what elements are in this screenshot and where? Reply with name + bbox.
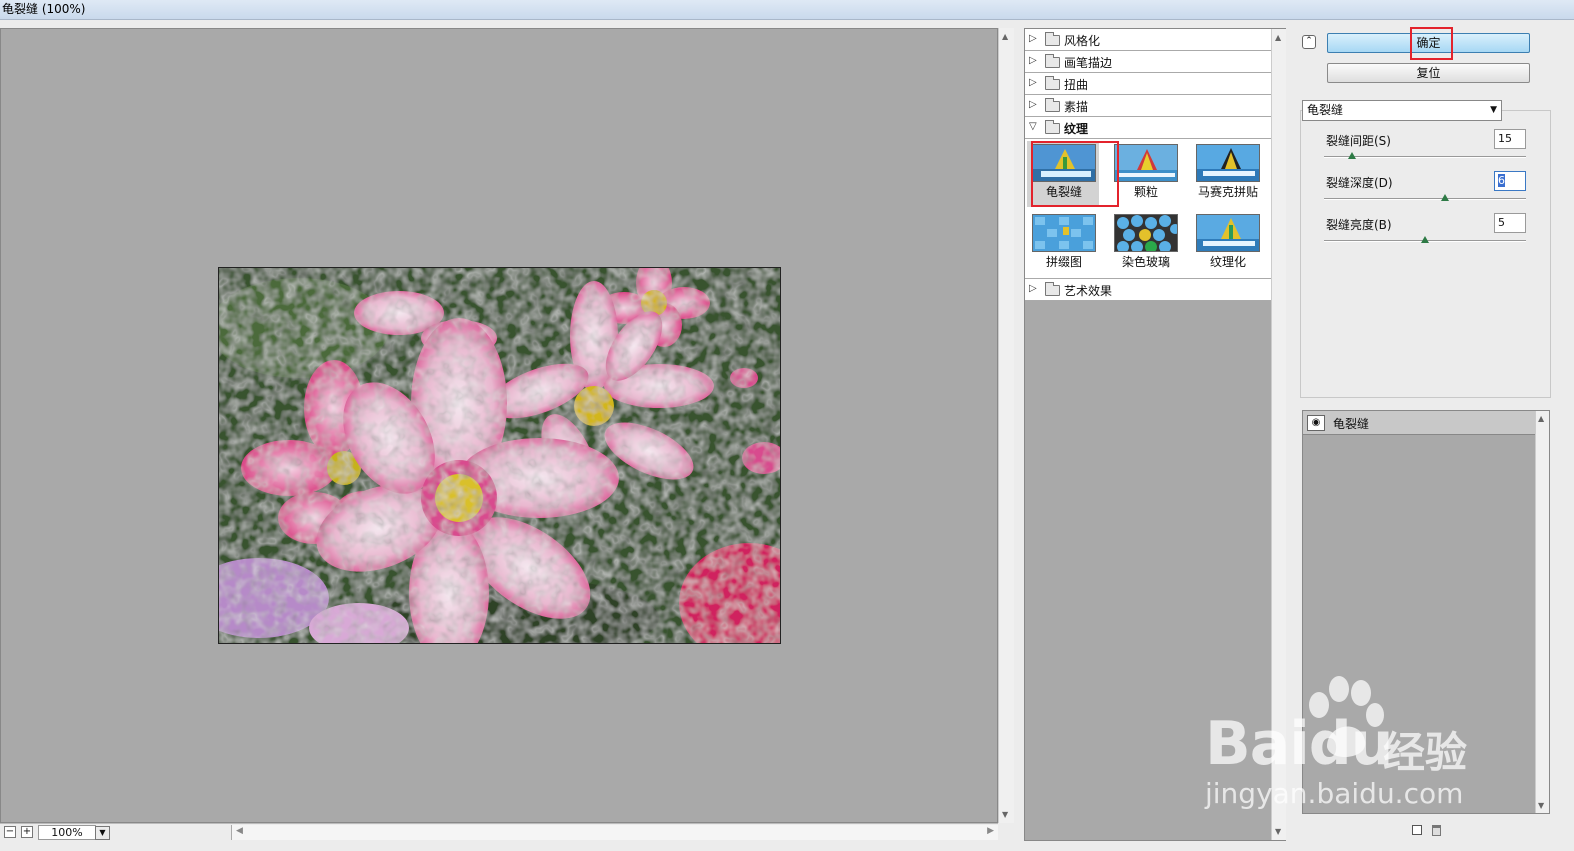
category-stylize[interactable]: ▷ 风格化 [1025,29,1271,51]
scroll-down-icon[interactable]: ▼ [1002,810,1008,819]
scroll-up-icon[interactable]: ▲ [1538,414,1544,423]
zoom-dropdown-icon[interactable]: ▼ [95,826,110,840]
thumb-mosaic-tiles[interactable]: 马赛克拼贴 [1191,141,1263,207]
expand-triangle-icon[interactable]: ▷ [1029,77,1037,88]
category-label: 艺术效果 [1064,284,1113,298]
crack-depth-label: 裂缝深度(D) [1326,176,1393,190]
thumb-stained-glass[interactable]: 染色玻璃 [1109,211,1181,277]
scroll-down-icon[interactable]: ▼ [1538,801,1544,810]
crack-spacing-input[interactable]: 15 [1494,129,1526,149]
crack-depth-value: 6 [1498,174,1505,187]
thumb-texturizer[interactable]: 纹理化 [1191,211,1263,277]
eye-visibility-icon[interactable]: ◉ [1307,415,1325,431]
preview-image[interactable] [218,267,781,644]
crack-brightness-value: 5 [1498,216,1505,229]
zoom-level-field[interactable]: 100% [38,825,96,840]
slider-knob[interactable] [1421,236,1429,243]
crack-brightness-slider[interactable] [1324,236,1526,243]
thumb-label: 染色玻璃 [1121,255,1170,269]
preview-canvas[interactable] [0,28,998,823]
category-distort[interactable]: ▷ 扭曲 [1025,73,1271,95]
folder-icon [1045,32,1060,46]
category-artistic[interactable]: ▷ 艺术效果 [1025,279,1271,301]
preview-horizontal-scrollbar[interactable]: ◀ ▶ [231,825,998,840]
settings-panel: ⌃ 确定 复位 龟裂缝 ▼ 裂缝间距(S) 15 裂缝深度(D) 6 裂缝亮度(… [1288,22,1574,851]
thumb-image [1114,144,1178,182]
thumb-image [1196,144,1260,182]
filter-gallery: ▷ 风格化 ▷ 画笔描边 ▷ 扭曲 ▷ 素描 ▽ 纹理 龟裂缝 颗粒 马赛克拼贴… [1024,28,1286,841]
selection-highlight [1031,141,1119,207]
crack-depth-input[interactable]: 6 [1494,171,1526,191]
ok-highlight [1410,27,1453,60]
crack-brightness-input[interactable]: 5 [1494,213,1526,233]
category-sketch[interactable]: ▷ 素描 [1025,95,1271,117]
window-title-bar: 龟裂缝 (100%) [0,0,1574,20]
filter-select-value: 龟裂缝 [1307,103,1344,117]
category-label: 画笔描边 [1064,56,1113,70]
slider-knob[interactable] [1441,194,1450,201]
zoom-out-button[interactable]: − [4,826,16,838]
thumb-label: 拼缀图 [1045,255,1082,269]
scroll-right-icon[interactable]: ▶ [987,826,994,836]
thumb-image [1114,214,1178,252]
category-label: 风格化 [1064,34,1101,48]
crack-spacing-label: 裂缝间距(S) [1326,134,1391,148]
chevron-down-icon: ▼ [1490,105,1497,115]
scroll-up-icon[interactable]: ▲ [1002,32,1008,41]
crack-brightness-label: 裂缝亮度(B) [1326,218,1392,232]
preview-vertical-scrollbar[interactable]: ▲ ▼ [998,28,1014,823]
thumb-label: 马赛克拼贴 [1197,185,1258,199]
expand-triangle-icon[interactable]: ▷ [1029,283,1037,294]
folder-icon [1045,76,1060,90]
texture-thumbnails: 龟裂缝 颗粒 马赛克拼贴 拼缀图 染色玻璃 纹理化 [1025,139,1271,279]
folder-icon [1045,54,1060,68]
thumb-grain[interactable]: 颗粒 [1109,141,1181,207]
expand-triangle-icon[interactable]: ▷ [1029,99,1037,110]
thumb-image [1196,214,1260,252]
thumb-image [1032,214,1096,252]
expand-triangle-icon[interactable]: ▷ [1029,33,1037,44]
slider-knob[interactable] [1348,152,1357,159]
collapse-triangle-icon[interactable]: ▽ [1029,121,1037,132]
effect-layer-label: 龟裂缝 [1333,417,1370,431]
crack-spacing-value: 15 [1498,132,1512,145]
folder-icon [1045,282,1060,296]
crack-spacing-slider[interactable] [1324,152,1526,159]
expand-triangle-icon[interactable]: ▷ [1029,55,1037,66]
reset-button[interactable]: 复位 [1327,63,1530,83]
filter-select[interactable]: 龟裂缝 ▼ [1302,100,1502,121]
effect-layers-list: ◉ 龟裂缝 ▲ ▼ [1302,410,1550,814]
effect-layer-row[interactable]: ◉ 龟裂缝 [1303,411,1535,435]
thumb-label: 纹理化 [1209,255,1246,269]
category-label: 纹理 [1064,122,1089,136]
thumb-label: 颗粒 [1133,185,1158,199]
scroll-down-icon[interactable]: ▼ [1275,827,1281,836]
category-label: 扭曲 [1064,78,1089,92]
layers-vertical-scrollbar[interactable]: ▲ ▼ [1535,411,1549,813]
gallery-vertical-scrollbar[interactable]: ▲ ▼ [1271,29,1286,840]
thumb-patchwork[interactable]: 拼缀图 [1027,211,1099,277]
filter-options-box [1300,110,1551,398]
filter-category-list: ▷ 风格化 ▷ 画笔描边 ▷ 扭曲 ▷ 素描 ▽ 纹理 龟裂缝 颗粒 马赛克拼贴… [1025,29,1271,301]
category-brush-strokes[interactable]: ▷ 画笔描边 [1025,51,1271,73]
crack-depth-slider[interactable] [1324,194,1526,201]
zoom-in-button[interactable]: + [21,826,33,838]
folder-open-icon [1045,120,1060,134]
flower-photo [219,268,780,643]
folder-icon [1045,98,1060,112]
category-label: 素描 [1064,100,1089,114]
delete-effect-layer-icon[interactable] [1432,825,1441,836]
preview-status-bar: − + 100% ▼ ◀ ▶ [0,823,998,841]
scroll-left-icon[interactable]: ◀ [236,826,243,836]
collapse-gallery-icon[interactable]: ⌃ [1302,35,1316,49]
window-title: 龟裂缝 (100%) [2,2,86,16]
category-texture[interactable]: ▽ 纹理 [1025,117,1271,139]
scroll-up-icon[interactable]: ▲ [1275,33,1281,42]
new-effect-layer-icon[interactable] [1412,825,1422,835]
